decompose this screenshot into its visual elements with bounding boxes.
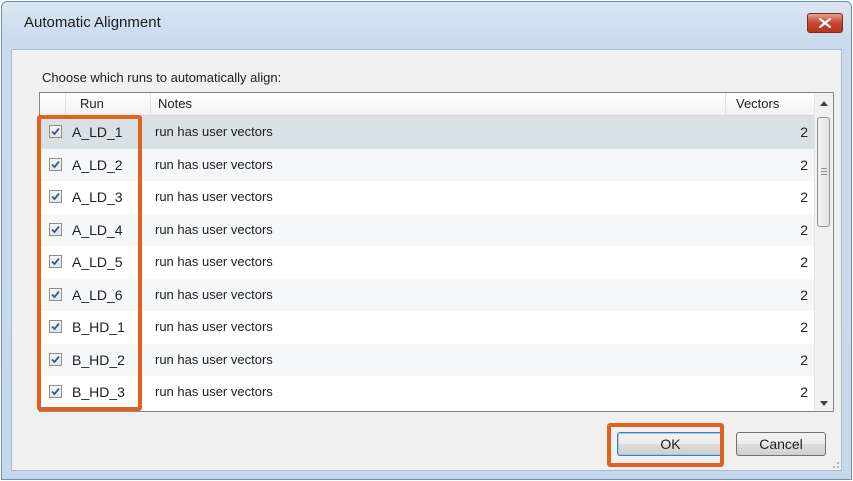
automatic-alignment-dialog: Automatic Alignment Choose which runs to…	[1, 1, 852, 480]
notes-cell: run has user vectors	[155, 124, 273, 139]
vectors-cell: 2	[800, 286, 808, 303]
vectors-cell: 2	[800, 254, 808, 270]
table-row[interactable]: A_LD_4 run has user vectors 2	[40, 213, 816, 246]
list-rows: A_LD_1 run has user vectors 2 A_LD_2 run has…	[40, 116, 816, 409]
scroll-down-arrow-icon	[820, 393, 828, 411]
run-checkbox[interactable]	[49, 190, 62, 203]
ok-button[interactable]: OK	[617, 432, 724, 456]
run-checkbox[interactable]	[49, 125, 62, 138]
resize-grip-icon[interactable]	[829, 458, 839, 468]
table-row[interactable]: A_LD_2 run has user vectors 2	[40, 148, 816, 181]
run-checkbox[interactable]	[49, 287, 62, 301]
instruction-label: Choose which runs to automatically align…	[42, 70, 282, 85]
run-name-cell: A_LD_5	[72, 254, 123, 270]
vertical-scrollbar[interactable]	[814, 93, 833, 411]
scroll-up-arrow-icon	[820, 93, 828, 111]
scrollbar-thumb[interactable]	[817, 117, 830, 227]
list-header: Run Notes Vectors	[40, 93, 816, 116]
run-name-cell: A_LD_3	[72, 189, 123, 205]
notes-cell: run has user vectors	[155, 351, 273, 367]
checkmark-icon	[51, 127, 60, 136]
notes-cell: run has user vectors	[155, 221, 273, 237]
run-name-cell: A_LD_2	[72, 156, 123, 173]
vectors-cell: 2	[800, 156, 808, 173]
table-row[interactable]: A_LD_1 run has user vectors 2	[40, 116, 816, 149]
table-row[interactable]: B_HD_1 run has user vectors 2	[40, 311, 816, 344]
notes-cell: run has user vectors	[155, 384, 273, 399]
checkmark-icon	[51, 387, 60, 396]
table-row[interactable]: B_HD_2 run has user vectors 2	[40, 343, 816, 376]
cancel-button[interactable]: Cancel	[736, 432, 826, 456]
vectors-cell: 2	[800, 351, 808, 368]
checkmark-icon	[51, 225, 60, 233]
run-name-cell: B_HD_1	[72, 319, 125, 335]
run-name-cell: A_LD_6	[72, 286, 123, 303]
notes-cell: run has user vectors	[155, 286, 273, 302]
vectors-cell: 2	[800, 189, 808, 205]
dialog-body: Choose which runs to automatically align…	[11, 49, 842, 471]
runs-list[interactable]: Run Notes Vectors A_LD_1run has user vec…	[39, 92, 834, 412]
column-header-vectors[interactable]: Vectors	[726, 93, 816, 115]
notes-cell: run has user vectors	[155, 254, 273, 269]
table-row[interactable]: A_LD_5 run has user vectors 2	[40, 246, 816, 279]
vectors-cell: 2	[800, 319, 808, 335]
run-name-cell: A_LD_4	[72, 221, 123, 238]
dialog-title: Automatic Alignment	[24, 14, 161, 31]
run-name-cell: B_HD_2	[72, 351, 125, 368]
run-name-cell: B_HD_3	[72, 384, 125, 400]
vectors-cell: 2	[800, 124, 808, 140]
run-checkbox[interactable]	[49, 352, 62, 366]
vectors-cell: 2	[800, 384, 808, 400]
run-checkbox[interactable]	[49, 320, 62, 333]
checkmark-icon	[51, 355, 60, 363]
run-checkbox[interactable]	[49, 385, 62, 398]
notes-cell: run has user vectors	[155, 189, 273, 204]
run-checkbox[interactable]	[49, 157, 62, 171]
column-header-run[interactable]: Run	[66, 93, 151, 115]
run-checkbox[interactable]	[49, 255, 62, 268]
close-icon	[819, 18, 831, 28]
table-row[interactable]: A_LD_6 run has user vectors 2	[40, 278, 816, 311]
checkmark-icon	[51, 322, 60, 331]
checkmark-icon	[51, 192, 60, 201]
checkmark-icon	[51, 290, 60, 298]
column-header-notes[interactable]: Notes	[151, 93, 726, 115]
table-row[interactable]: A_LD_3 run has user vectors 2	[40, 181, 816, 214]
grip-icon	[821, 168, 827, 177]
close-button[interactable]	[807, 13, 843, 33]
checkmark-icon	[51, 257, 60, 266]
column-header-check[interactable]	[40, 93, 66, 115]
title-bar[interactable]: Automatic Alignment	[2, 2, 851, 44]
vectors-cell: 2	[800, 221, 808, 238]
scroll-up-button[interactable]	[815, 93, 833, 111]
scroll-down-button[interactable]	[815, 393, 833, 411]
table-row[interactable]: B_HD_3 run has user vectors 2	[40, 376, 816, 409]
run-checkbox[interactable]	[49, 222, 62, 236]
notes-cell: run has user vectors	[155, 156, 273, 172]
checkmark-icon	[51, 160, 60, 168]
notes-cell: run has user vectors	[155, 319, 273, 334]
run-name-cell: A_LD_1	[72, 124, 123, 140]
